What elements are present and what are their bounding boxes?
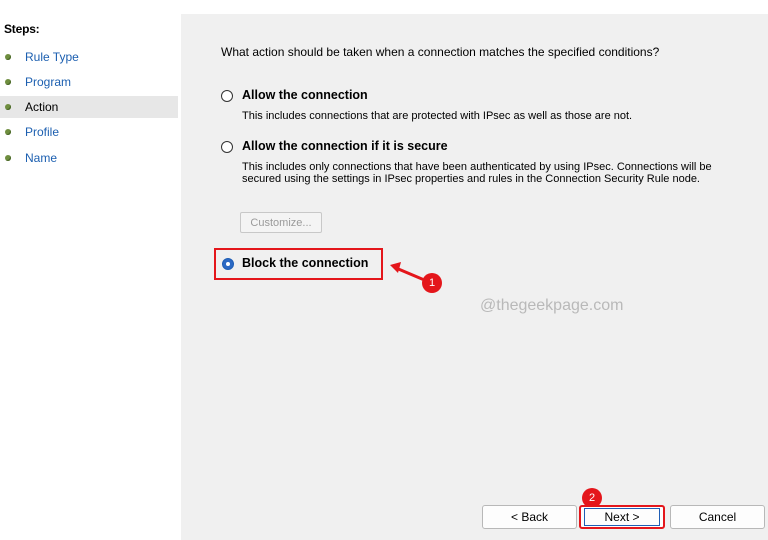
block-connection-label[interactable]: Block the connection bbox=[242, 256, 368, 270]
allow-if-secure-radio[interactable] bbox=[221, 141, 233, 153]
allow-if-secure-label[interactable]: Allow the connection if it is secure bbox=[242, 139, 448, 153]
allow-connection-description: This includes connections that are prote… bbox=[242, 110, 633, 122]
steps-title: Steps: bbox=[4, 22, 40, 36]
step-badge-1: 1 bbox=[422, 273, 442, 293]
back-button[interactable]: < Back bbox=[482, 505, 577, 529]
step-rule-type[interactable]: Rule Type bbox=[0, 46, 178, 68]
steps-pane: Steps: Rule Type Program Action Profile … bbox=[0, 14, 178, 540]
block-connection-radio[interactable] bbox=[222, 258, 234, 270]
cancel-button[interactable]: Cancel bbox=[670, 505, 765, 529]
next-button-label: Next > bbox=[584, 508, 660, 526]
step-label: Program bbox=[25, 75, 72, 89]
step-label: Rule Type bbox=[25, 50, 79, 64]
step-label: Profile bbox=[25, 125, 60, 139]
watermark: @thegeekpage.com bbox=[480, 297, 624, 314]
step-action[interactable]: Action bbox=[0, 96, 178, 118]
step-program[interactable]: Program bbox=[0, 71, 178, 93]
bullet-icon bbox=[5, 104, 11, 110]
bullet-icon bbox=[5, 79, 11, 85]
bullet-icon bbox=[5, 129, 11, 135]
step-label: Name bbox=[25, 151, 58, 165]
allow-connection-label[interactable]: Allow the connection bbox=[242, 88, 368, 102]
bullet-icon bbox=[5, 54, 11, 60]
step-profile[interactable]: Profile bbox=[0, 121, 178, 143]
step-name[interactable]: Name bbox=[0, 147, 178, 169]
allow-if-secure-description: This includes only connections that have… bbox=[242, 161, 712, 185]
action-content-pane: What action should be taken when a conne… bbox=[181, 14, 768, 540]
next-button[interactable]: Next > bbox=[579, 505, 665, 529]
step-label: Action bbox=[25, 100, 59, 114]
customize-button[interactable]: Customize... bbox=[240, 212, 322, 233]
bullet-icon bbox=[5, 155, 11, 161]
allow-connection-radio[interactable] bbox=[221, 90, 233, 102]
action-question: What action should be taken when a conne… bbox=[221, 45, 660, 59]
